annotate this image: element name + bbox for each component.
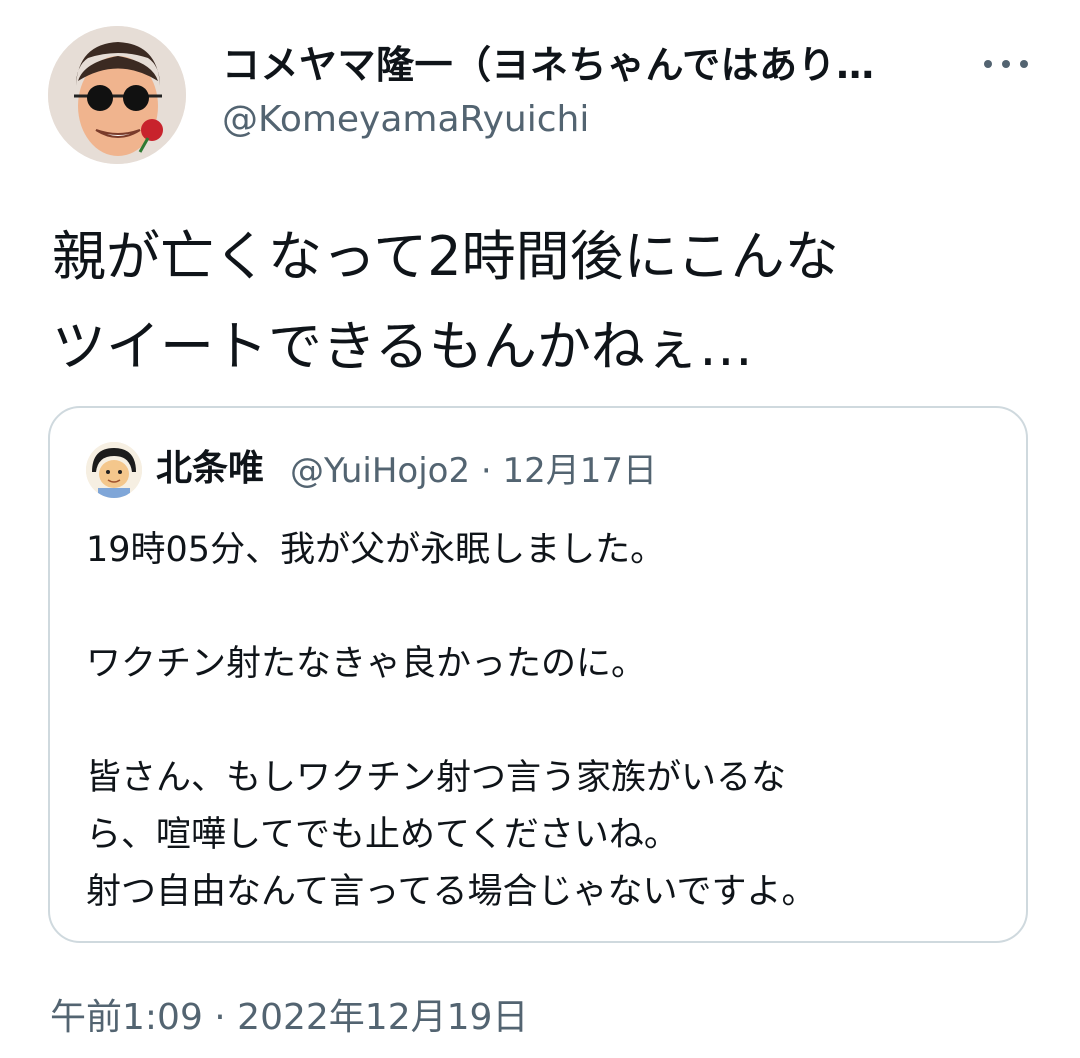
more-dot (1002, 60, 1010, 68)
quoted-author-avatar[interactable] (86, 442, 142, 498)
quoted-author-name[interactable]: 北条唯 (156, 446, 264, 492)
quoted-tweet-card[interactable]: 北条唯 @YuiHojo2 · 12月17日 19時05分、我が父が永眠しました… (48, 406, 1028, 943)
author-handle[interactable]: @KomeyamaRyuichi (222, 96, 589, 144)
quoted-body-line (86, 693, 986, 750)
author-display-name[interactable]: コメヤマ隆一（ヨネちゃんではあり… (222, 40, 942, 90)
quoted-body-line (86, 579, 986, 636)
author-avatar[interactable] (48, 26, 186, 164)
quoted-body-line: 19時05分、我が父が永眠しました。 (86, 530, 666, 570)
tweet-text-line: ツイートできるもんかねぇ… (52, 315, 753, 378)
more-horizontal-icon[interactable] (984, 58, 1028, 70)
quoted-body-line: 皆さん、もしワクチン射つ言う家族がいるな (86, 758, 787, 798)
quoted-handle-and-date: @YuiHojo2 · 12月17日 (290, 451, 658, 491)
quoted-body-line: ら、喧嘩してでも止めてくださいね。 (86, 815, 679, 855)
more-dot (1020, 60, 1028, 68)
cartoon-avatar-icon (86, 442, 142, 498)
tweet-timestamp[interactable]: 午前1:09 · 2022年12月19日 (50, 994, 528, 1042)
tweet-text: 親が亡くなって2時間後にこんな ツイートできるもんかねぇ… (52, 212, 1042, 392)
caricature-avatar-icon (48, 26, 186, 164)
quoted-tweet-body: 19時05分、我が父が永眠しました。 ワクチン射たなきゃ良かったのに。 皆さん、… (86, 522, 986, 921)
more-dot (984, 60, 992, 68)
quoted-body-line: ワクチン射たなきゃ良かったのに。 (86, 644, 647, 684)
quoted-body-line: 射つ自由なんて言ってる場合じゃないですよ。 (86, 872, 817, 912)
tweet-text-line: 親が亡くなって2時間後にこんな (52, 225, 839, 288)
